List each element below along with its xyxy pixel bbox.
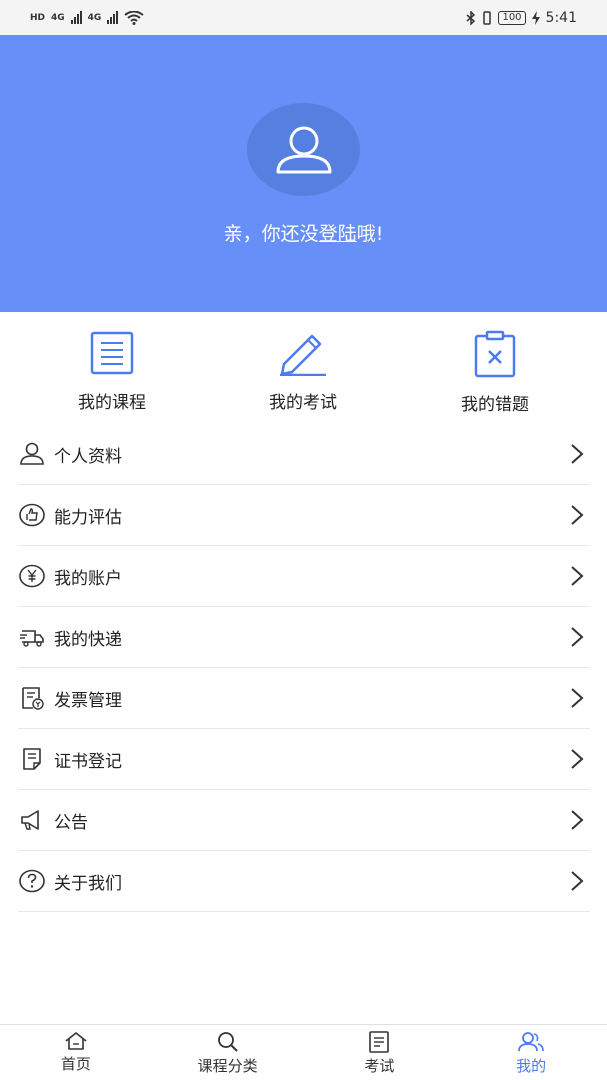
certificate-icon xyxy=(18,745,46,773)
tab-label: 首页 xyxy=(60,1055,91,1073)
signal-icon xyxy=(107,11,119,24)
menu-item-certificate[interactable]: 证书登记 xyxy=(18,729,590,790)
menu-item-label: 公告 xyxy=(54,812,88,833)
menu-item-label: 证书登记 xyxy=(54,751,122,772)
sim2-network: 4G xyxy=(87,12,102,23)
users-icon xyxy=(518,1032,544,1052)
signal-icon xyxy=(70,11,82,24)
menu-item-label: 关于我们 xyxy=(54,873,122,894)
user-icon xyxy=(276,126,331,173)
chevron-right-icon xyxy=(571,627,584,647)
tab-exams[interactable]: 考试 xyxy=(304,1025,456,1080)
yen-icon xyxy=(18,562,46,590)
my-exams-button[interactable]: 我的考试 xyxy=(233,330,373,413)
tab-mine[interactable]: 我的 xyxy=(455,1025,607,1080)
settings-menu: 个人资料 能力评估 我的账户 我的快递 发票管理 证书登记 公告 关于我们 xyxy=(18,424,590,912)
question-icon xyxy=(18,867,46,895)
megaphone-icon xyxy=(18,806,46,834)
menu-item-label: 我的账户 xyxy=(54,568,122,589)
chevron-right-icon xyxy=(571,810,584,830)
home-icon xyxy=(65,1032,87,1050)
person-icon xyxy=(18,440,46,468)
chevron-right-icon xyxy=(571,566,584,586)
battery-indicator: 100 xyxy=(498,10,526,25)
profile-header: 亲，你还没登陆哦! xyxy=(0,35,607,312)
thumbs-up-icon xyxy=(18,501,46,529)
search-icon xyxy=(217,1032,238,1052)
menu-item-ability-assessment[interactable]: 能力评估 xyxy=(18,485,590,546)
menu-item-label: 发票管理 xyxy=(54,690,122,711)
menu-item-label: 能力评估 xyxy=(54,507,122,528)
menu-item-label: 个人资料 xyxy=(54,446,122,467)
menu-item-my-delivery[interactable]: 我的快递 xyxy=(18,607,590,668)
status-right: 100 5:41 xyxy=(466,10,577,26)
status-left: HD 4G 4G xyxy=(30,10,144,25)
status-bar: HD 4G 4G 100 5:41 xyxy=(0,0,607,35)
truck-icon xyxy=(18,623,46,651)
login-prompt-prefix: 亲，你还没 xyxy=(223,223,319,245)
menu-item-about-us[interactable]: 关于我们 xyxy=(18,851,590,912)
quick-actions: 我的课程 我的考试 我的错题 xyxy=(0,312,607,422)
charging-icon xyxy=(531,10,540,25)
login-prompt-suffix: 哦! xyxy=(356,223,384,245)
chevron-right-icon xyxy=(571,444,584,464)
pencil-icon xyxy=(280,334,326,376)
menu-item-my-account[interactable]: 我的账户 xyxy=(18,546,590,607)
chevron-right-icon xyxy=(571,871,584,891)
menu-item-announcement[interactable]: 公告 xyxy=(18,790,590,851)
tab-label: 我的 xyxy=(516,1057,547,1075)
exam-icon xyxy=(369,1031,390,1053)
menu-item-invoice[interactable]: 发票管理 xyxy=(18,668,590,729)
login-prompt: 亲，你还没登陆哦! xyxy=(0,219,607,246)
chevron-right-icon xyxy=(571,749,584,769)
my-courses-label: 我的课程 xyxy=(78,393,146,413)
wrong-questions-label: 我的错题 xyxy=(461,395,529,415)
menu-item-label: 我的快递 xyxy=(54,629,122,650)
clipboard-x-icon xyxy=(474,330,516,378)
chevron-right-icon xyxy=(571,505,584,525)
clock: 5:41 xyxy=(545,9,577,26)
tab-course-categories[interactable]: 课程分类 xyxy=(152,1025,304,1080)
tab-home[interactable]: 首页 xyxy=(0,1025,152,1080)
avatar[interactable] xyxy=(247,103,360,196)
tab-label: 考试 xyxy=(364,1057,395,1075)
chevron-right-icon xyxy=(571,688,584,708)
my-courses-button[interactable]: 我的课程 xyxy=(42,330,182,413)
my-exams-label: 我的考试 xyxy=(269,393,337,413)
wrong-questions-button[interactable]: 我的错题 xyxy=(425,330,565,415)
wifi-icon xyxy=(124,10,144,25)
sim1-network: 4G xyxy=(51,12,65,23)
invoice-icon xyxy=(18,684,46,712)
menu-item-profile[interactable]: 个人资料 xyxy=(18,424,590,485)
bottom-tab-bar: 首页 课程分类 考试 我的 xyxy=(0,1024,607,1080)
bluetooth-icon xyxy=(466,10,476,25)
vibrate-icon xyxy=(483,10,492,25)
login-link[interactable]: 登陆 xyxy=(319,223,357,245)
tab-label: 课程分类 xyxy=(197,1057,258,1075)
document-icon xyxy=(90,331,134,375)
hd-indicator: HD xyxy=(30,12,46,23)
